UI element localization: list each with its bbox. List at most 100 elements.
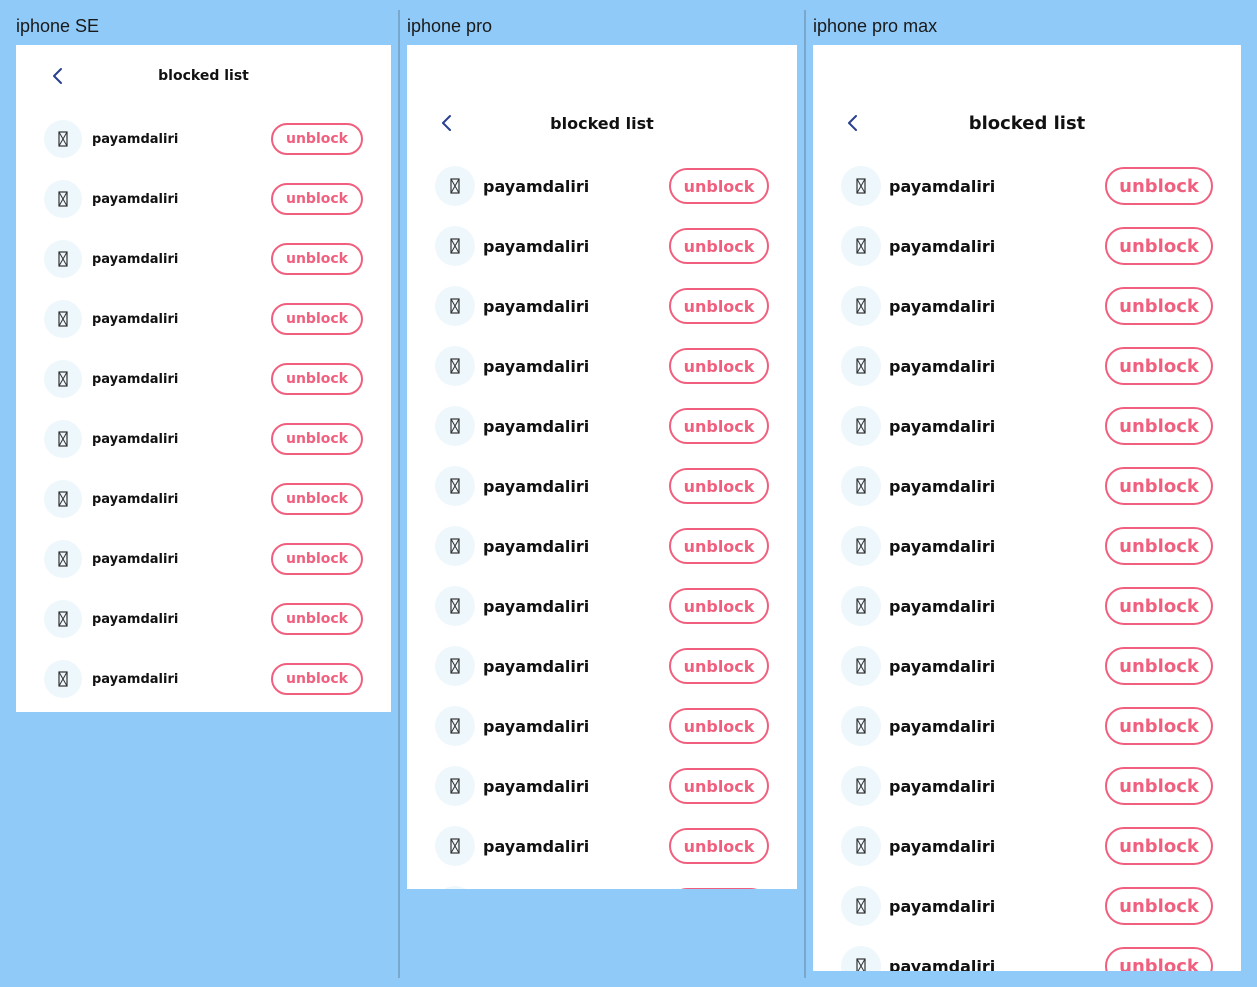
list-item: payamdaliri unblock [407,336,797,396]
frame-divider [398,10,400,978]
list-item: payamdaliri unblock [813,396,1241,456]
unblock-button[interactable]: unblock [1105,227,1213,265]
unblock-button[interactable]: unblock [1105,407,1213,445]
list-item: payamdaliri unblock [407,816,797,876]
avatar-placeholder-icon [841,586,881,626]
avatar-placeholder-icon [44,660,82,698]
avatar-placeholder-icon [841,226,881,266]
username-label: payamdaliri [483,876,589,889]
unblock-button[interactable]: unblock [1105,887,1213,925]
unblock-button[interactable]: unblock [669,288,769,324]
avatar-placeholder-icon [435,646,475,686]
list-item: payamdaliri unblock [813,456,1241,516]
list-item: payamdaliri unblock [813,696,1241,756]
list-item: payamdaliri unblock [16,649,391,709]
username-label: payamdaliri [889,176,996,196]
unblock-button[interactable]: unblock [1105,947,1213,971]
unblock-button[interactable]: unblock [669,228,769,264]
avatar-placeholder-icon [841,706,881,746]
unblock-button[interactable]: unblock [271,183,363,215]
avatar-placeholder-icon [435,466,475,506]
list-item: payamdaliri unblock [407,276,797,336]
unblock-button[interactable]: unblock [669,408,769,444]
unblock-button[interactable]: unblock [669,468,769,504]
avatar-placeholder-icon [44,120,82,158]
avatar-placeholder-icon [841,826,881,866]
unblock-button[interactable]: unblock [271,423,363,455]
unblock-button[interactable]: unblock [1105,647,1213,685]
avatar-placeholder-icon [841,886,881,926]
unblock-button[interactable]: unblock [1105,467,1213,505]
username-label: payamdaliri [889,656,996,676]
avatar-placeholder-icon [841,946,881,971]
avatar-placeholder-icon [435,886,475,889]
unblock-button[interactable]: unblock [271,543,363,575]
username-label: payamdaliri [92,191,179,207]
unblock-button[interactable]: unblock [669,888,769,889]
list-item: payamdaliri unblock [813,756,1241,816]
unblock-button[interactable]: unblock [1105,347,1213,385]
list-item: payamdaliri unblock [407,456,797,516]
nav-bar: blocked list [16,61,391,91]
unblock-button[interactable]: unblock [1105,167,1213,205]
unblock-button[interactable]: unblock [669,708,769,744]
avatar-placeholder-icon [435,706,475,746]
list-item: payamdaliri unblock [16,409,391,469]
username-label: payamdaliri [889,716,996,736]
list-item: payamdaliri unblock [407,756,797,816]
unblock-button[interactable]: unblock [1105,527,1213,565]
username-label: payamdaliri [889,596,996,616]
unblock-button[interactable]: unblock [1105,767,1213,805]
unblock-button[interactable]: unblock [1105,287,1213,325]
frame-label-iphone-pro: iphone pro [407,16,493,36]
avatar-placeholder-icon [841,406,881,446]
unblock-button[interactable]: unblock [271,483,363,515]
username-label: payamdaliri [92,611,179,627]
unblock-button[interactable]: unblock [271,303,363,335]
avatar-placeholder-icon [44,600,82,638]
unblock-button[interactable]: unblock [669,168,769,204]
unblock-button[interactable]: unblock [1105,827,1213,865]
unblock-button[interactable]: unblock [271,123,363,155]
username-label: payamdaliri [483,836,590,856]
username-label: payamdaliri [483,656,590,676]
avatar-placeholder-icon [44,300,82,338]
list-item: payamdaliri unblock [407,516,797,576]
username-label: payamdaliri [889,296,996,316]
unblock-button[interactable]: unblock [271,663,363,695]
avatar-placeholder-icon [841,166,881,206]
unblock-button[interactable]: unblock [271,243,363,275]
avatar-placeholder-icon [841,526,881,566]
avatar-placeholder-icon [841,646,881,686]
phone-screen-iphone-pro-max: blocked list payamdaliri unblock payamdali… [813,45,1241,971]
username-label: payamdaliri [92,491,179,507]
list-item: payamdaliri unblock [813,516,1241,576]
unblock-button[interactable]: unblock [1105,587,1213,625]
list-item: payamdaliri unblock [813,576,1241,636]
list-item: payamdaliri unblock [16,289,391,349]
frame-divider [804,10,806,978]
unblock-button[interactable]: unblock [669,348,769,384]
unblock-button[interactable]: unblock [271,603,363,635]
username-label: payamdaliri [92,131,179,147]
blocked-users-list: payamdaliri unblock payamdaliri unblock paya… [813,156,1241,971]
page-title: blocked list [968,112,1086,134]
unblock-button[interactable]: unblock [669,648,769,684]
list-item: payamdaliri unblock [813,876,1241,936]
unblock-button[interactable]: unblock [271,363,363,395]
username-label: payamdaliri [92,671,179,687]
unblock-button[interactable]: unblock [669,588,769,624]
avatar-placeholder-icon [44,480,82,518]
unblock-button[interactable]: unblock [669,528,769,564]
page-title: blocked list [158,68,249,84]
unblock-button[interactable]: unblock [669,828,769,864]
avatar-placeholder-icon [435,166,475,206]
unblock-button[interactable]: unblock [1105,707,1213,745]
username-label: payamdaliri [483,716,590,736]
unblock-button[interactable]: unblock [669,768,769,804]
frame-label-iphone-pro-max: iphone pro max [813,16,938,36]
nav-bar: blocked list [813,108,1241,138]
list-item: payamdaliri unblock [16,469,391,529]
list-item: payamdaliri unblock [16,169,391,229]
username-label: payamdaliri [483,356,590,376]
